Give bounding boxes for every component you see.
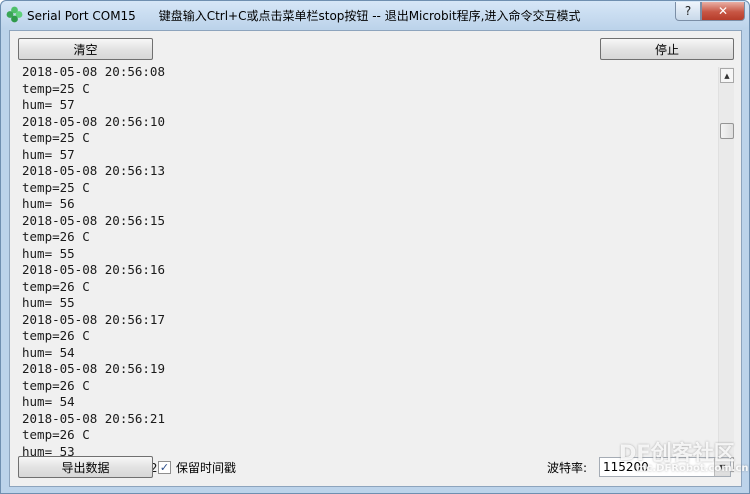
log-line: temp=25 C xyxy=(22,179,90,195)
log-line: temp=26 C xyxy=(22,328,90,343)
log-line: 2018-05-08 20:56:21 xyxy=(22,410,165,426)
close-button[interactable]: ✕ xyxy=(701,2,745,21)
scroll-up-icon[interactable]: ▲ xyxy=(720,68,734,83)
checkmark-icon: ✓ xyxy=(159,461,170,474)
log-line: temp=26 C xyxy=(22,229,90,244)
vertical-scrollbar[interactable]: ▲ ▼ xyxy=(718,67,734,473)
watermark-url: mc.DFRobot.com.cn xyxy=(636,463,749,474)
help-button[interactable]: ? xyxy=(675,2,701,21)
log-line: 2018-05-08 20:56:16 xyxy=(22,262,165,277)
log-line: temp=25 C xyxy=(22,80,90,96)
window-title: Serial Port COM15 键盘输入Ctrl+C或点击菜单栏stop按钮… xyxy=(27,9,581,23)
app-window: Serial Port COM15 键盘输入Ctrl+C或点击菜单栏stop按钮… xyxy=(0,0,750,494)
log-line: hum= 55 xyxy=(22,245,75,261)
title-bar[interactable]: Serial Port COM15 键盘输入Ctrl+C或点击菜单栏stop按钮… xyxy=(1,1,749,29)
log-line: hum= 55 xyxy=(22,295,75,310)
serial-output-lines: 2018-05-08 20:56:08 temp=25 Chum= 57 2018-… xyxy=(22,66,165,473)
log-line: 2018-05-08 20:56:15 xyxy=(22,212,165,228)
clear-button[interactable]: 清空 xyxy=(18,38,153,60)
log-line: temp=26 C xyxy=(22,278,90,294)
scrollbar-thumb[interactable] xyxy=(720,123,734,139)
keep-timestamp-label: 保留时间戳 xyxy=(176,461,237,475)
main-panel: 清空 停止 2018-05-08 20:56:08 temp=25 Chum= 5… xyxy=(9,30,742,487)
serial-output[interactable]: 2018-05-08 20:56:08 temp=25 Chum= 57 2018-… xyxy=(18,66,734,473)
log-line: temp=26 C xyxy=(22,377,90,393)
keep-timestamp-option[interactable]: ✓ 保留时间戳 xyxy=(158,459,236,476)
baud-rate-label: 波特率: xyxy=(547,461,588,475)
keep-timestamp-checkbox[interactable]: ✓ xyxy=(158,461,171,474)
log-line: hum= 54 xyxy=(22,394,75,409)
log-line: hum= 57 xyxy=(22,97,75,112)
help-icon: ? xyxy=(684,4,692,18)
log-line: 2018-05-08 20:56:10 xyxy=(22,113,165,129)
log-line: hum= 57 xyxy=(22,146,75,162)
log-line: 2018-05-08 20:56:08 xyxy=(22,66,165,79)
log-line: temp=25 C xyxy=(22,130,90,145)
app-logo-icon xyxy=(6,6,23,23)
log-line: hum= 56 xyxy=(22,196,75,211)
log-line: 2018-05-08 20:56:17 xyxy=(22,311,165,327)
log-line: 2018-05-08 20:56:13 xyxy=(22,163,165,178)
close-icon: ✕ xyxy=(717,4,729,18)
log-line: hum= 54 xyxy=(22,344,75,360)
log-line: temp=26 C xyxy=(22,427,90,442)
export-data-button[interactable]: 导出数据 xyxy=(18,456,153,478)
log-line: 2018-05-08 20:56:19 xyxy=(22,361,165,376)
stop-button[interactable]: 停止 xyxy=(600,38,734,60)
